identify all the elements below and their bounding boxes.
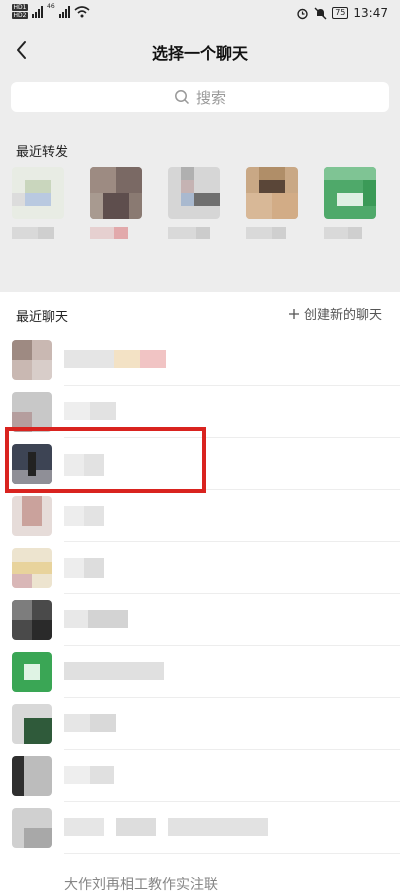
chat-name-blurred [64,350,384,374]
avatar [12,756,52,796]
avatar [12,808,52,848]
alarm-icon [297,8,308,19]
status-left: HD1 HD2 46 [12,3,90,19]
avatar [12,704,52,744]
partial-chat-row-text: 大作刘再相工教作实注联 [64,877,218,893]
recent-chats-label: 最近聊天 [16,310,69,325]
contact-name-blurred [90,227,138,241]
status-bar: HD1 HD2 46 75 13:47 [0,0,400,28]
nav-bar: 选择一个聊天 [0,30,400,72]
contact-name-blurred [324,227,372,241]
recent-forward-contact[interactable] [324,167,388,241]
recent-forward-contact[interactable] [246,167,310,241]
avatar [246,167,298,219]
mute-icon [314,7,327,19]
new-chat-button[interactable]: 创建新的聊天 [288,304,382,323]
chat-name-blurred [64,818,384,842]
status-right: 75 13:47 [296,6,388,20]
avatar [90,167,142,219]
avatar [12,340,52,380]
avatar [12,652,52,692]
signal-icon-2 [58,5,70,18]
wifi-icon [74,5,90,17]
contact-name-blurred [168,227,216,241]
chat-row[interactable] [0,646,400,698]
contact-name-blurred [12,227,60,241]
avatar [168,167,220,219]
recent-forward-row [12,167,392,277]
recent-forward-contact[interactable] [90,167,154,241]
avatar [324,167,376,219]
chat-row[interactable] [0,698,400,750]
divider [64,853,400,854]
signal-icon [32,5,43,18]
clock: 13:47 [353,6,388,20]
chat-name-blurred [64,662,384,686]
recent-chats-list: 最近聊天 创建新的聊天 大作刘再相工教作实注联 [0,292,400,893]
avatar [12,600,52,640]
chat-name-blurred [64,506,384,530]
chat-name-blurred [64,610,384,634]
avatar [12,496,52,536]
plus-icon [288,308,299,319]
chat-name-blurred [64,558,384,582]
chat-row[interactable] [0,594,400,646]
avatar [12,548,52,588]
chat-name-blurred [64,714,384,738]
chat-name-blurred [64,766,384,790]
chat-row[interactable] [0,542,400,594]
chat-row[interactable] [0,490,400,542]
recent-forward-label: 最近转发 [16,145,69,160]
avatar [12,392,52,432]
highlight-box [5,427,206,493]
contact-name-blurred [246,227,294,241]
hd-icon: HD1 HD2 [12,4,28,19]
chat-row[interactable] [0,750,400,802]
new-chat-label: 创建新的聊天 [303,308,382,323]
chat-row[interactable] [0,802,400,854]
recent-forward-contact[interactable] [168,167,232,241]
chat-row[interactable] [0,334,400,386]
search-icon [175,90,190,105]
search-placeholder: 搜索 [195,88,226,107]
chat-name-blurred [64,402,384,426]
network-type: 46 [47,3,55,10]
page-title: 选择一个聊天 [151,44,248,63]
avatar [12,167,64,219]
search-input[interactable]: 搜索 [11,82,389,112]
recent-forward-contact[interactable] [12,167,76,241]
battery-icon: 75 [332,7,349,19]
